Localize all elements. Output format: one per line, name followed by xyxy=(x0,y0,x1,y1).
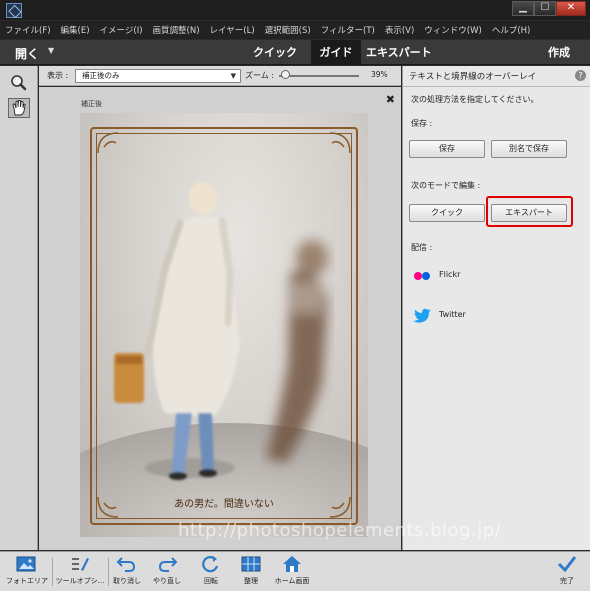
tool-panel xyxy=(0,66,38,550)
highlight-box xyxy=(486,196,573,227)
divider xyxy=(108,558,109,586)
guided-panel: テキストと境界線のオーバーレイ ? 次の処理方法を指定してください。 保存 : … xyxy=(402,66,590,550)
photo-bin-button[interactable]: フォトエリア xyxy=(6,554,48,586)
view-label: 表示 : xyxy=(47,71,69,80)
menu-view[interactable]: 表示(V) xyxy=(385,24,414,36)
zoom-slider-thumb[interactable] xyxy=(281,70,290,79)
menu-filter[interactable]: フィルター(T) xyxy=(321,24,375,36)
share-heading: 配信 : xyxy=(411,243,433,252)
minimize-button[interactable]: ▁ xyxy=(512,1,534,16)
rotate-button[interactable]: 回転 xyxy=(194,554,228,586)
document-label: 補正後 xyxy=(81,100,102,108)
tab-guided[interactable]: ガイド xyxy=(311,40,361,65)
options-bar: 表示 : 補正後のみ ▼ ズーム : 39% xyxy=(39,66,401,86)
save-as-button[interactable]: 別名で保存 xyxy=(491,140,567,158)
organize-button[interactable]: 整理 xyxy=(236,554,266,586)
save-heading: 保存 : xyxy=(411,119,433,128)
photo-image: あの男だ。間違いない xyxy=(80,113,368,537)
view-select[interactable]: 補正後のみ ▼ xyxy=(75,69,241,83)
done-label: 完了 xyxy=(560,577,574,585)
save-button[interactable]: 保存 xyxy=(409,140,485,158)
maximize-button[interactable]: ☐ xyxy=(534,1,556,16)
menu-enhance[interactable]: 画質調整(N) xyxy=(153,24,200,36)
zoom-label: ズーム : xyxy=(245,71,274,80)
close-window-button[interactable]: ✕ xyxy=(556,1,586,16)
home-screen-button[interactable]: ホーム画面 xyxy=(272,554,312,586)
twitter-label: Twitter xyxy=(439,310,466,319)
title-bar: ▁ ☐ ✕ xyxy=(0,0,590,20)
menu-window[interactable]: ウィンドウ(W) xyxy=(424,24,482,36)
zoom-slider-track[interactable] xyxy=(279,75,359,77)
undo-icon xyxy=(116,557,136,572)
tool-options-icon xyxy=(72,558,89,571)
panel-title: テキストと境界線のオーバーレイ xyxy=(409,72,537,82)
tab-expert[interactable]: エキスパート xyxy=(362,40,442,65)
undo-label: 取り消し xyxy=(113,577,141,585)
zoom-value: 39% xyxy=(371,70,388,79)
menu-select[interactable]: 選択範囲(S) xyxy=(265,24,311,36)
tool-options-button[interactable]: ツールオプシ... xyxy=(55,554,105,586)
chevron-down-icon: ▼ xyxy=(230,72,236,80)
tool-options-label: ツールオプシ... xyxy=(55,577,105,585)
photo-caption: あの男だ。間違いない xyxy=(174,499,274,510)
menu-bar: ファイル(F) 編集(E) イメージ(I) 画質調整(N) レイヤー(L) 選択… xyxy=(0,21,590,39)
menu-layer[interactable]: レイヤー(L) xyxy=(210,24,255,36)
magnifier-icon xyxy=(11,75,27,91)
redo-label: やり直し xyxy=(153,577,181,585)
photo-bin-label: フォトエリア xyxy=(6,577,48,585)
divider xyxy=(403,86,590,87)
edit-mode-heading: 次のモードで編集 : xyxy=(411,181,481,190)
menu-image[interactable]: イメージ(I) xyxy=(100,24,143,36)
close-icon[interactable]: ✖ xyxy=(386,93,395,106)
menu-help[interactable]: ヘルプ(H) xyxy=(492,24,531,36)
canvas-area: 補正後 ✖ あの男だ。間違いない xyxy=(39,87,401,550)
chevron-down-icon[interactable]: ▼ xyxy=(48,46,54,55)
rotate-label: 回転 xyxy=(204,577,218,585)
twitter-bird-icon xyxy=(413,308,431,323)
hand-tool-button[interactable] xyxy=(8,98,30,118)
help-icon[interactable]: ? xyxy=(575,70,586,81)
app-logo xyxy=(6,3,22,18)
menu-file[interactable]: ファイル(F) xyxy=(5,24,51,36)
instruction-text: 次の処理方法を指定してください。 xyxy=(411,95,539,104)
share-twitter[interactable]: Twitter xyxy=(411,306,581,326)
redo-button[interactable]: やり直し xyxy=(150,554,184,586)
rotate-icon xyxy=(202,556,219,573)
home-screen-label: ホーム画面 xyxy=(274,577,310,585)
checkmark-icon xyxy=(557,556,577,573)
zoom-tool-button[interactable] xyxy=(8,73,30,93)
watermark-text: http://photoshopelements.blog.jp/ xyxy=(178,520,502,541)
flickr-icon xyxy=(414,272,430,280)
hand-icon xyxy=(12,100,26,116)
view-select-value: 補正後のみ xyxy=(82,71,120,80)
open-button[interactable]: 開く xyxy=(15,45,39,62)
photo-bin-icon xyxy=(16,556,36,572)
create-button[interactable]: 作成 xyxy=(548,40,570,65)
done-button[interactable]: 完了 xyxy=(552,554,582,586)
ornate-border xyxy=(90,127,358,525)
organize-label: 整理 xyxy=(244,577,258,585)
home-icon xyxy=(283,556,301,572)
share-flickr[interactable]: Flickr xyxy=(411,266,581,286)
photoshop-elements-window: ▁ ☐ ✕ ファイル(F) 編集(E) イメージ(I) 画質調整(N) レイヤー… xyxy=(0,0,590,591)
redo-icon xyxy=(158,557,178,572)
mode-bar: 開く ▼ クイック ガイド エキスパート 作成 xyxy=(0,40,590,65)
tab-quick[interactable]: クイック xyxy=(240,40,310,65)
quick-edit-button[interactable]: クイック xyxy=(409,204,485,222)
divider xyxy=(52,558,53,586)
menu-edit[interactable]: 編集(E) xyxy=(61,24,90,36)
bottom-taskbar: フォトエリア ツールオプシ... 取り消し やり直し 回転 整理 ホーム画面 完… xyxy=(0,551,590,591)
flickr-label: Flickr xyxy=(439,270,461,279)
grid-icon xyxy=(241,556,261,572)
undo-button[interactable]: 取り消し xyxy=(110,554,144,586)
